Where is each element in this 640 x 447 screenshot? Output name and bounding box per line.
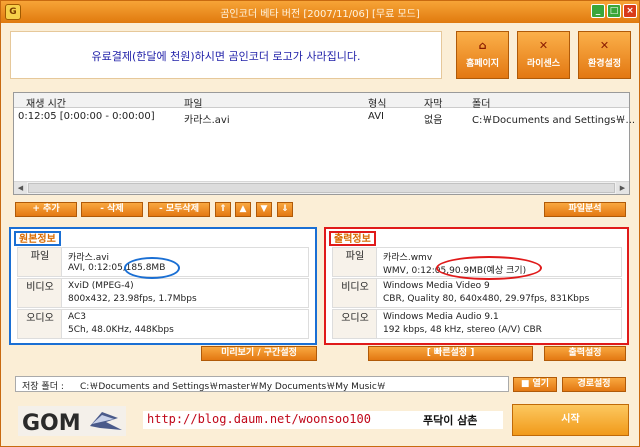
output-size-highlight-ellipse	[436, 256, 542, 280]
home-icon: ⌂	[478, 39, 487, 52]
source-video-codec: XviD (MPEG-4)	[68, 281, 134, 291]
column-header-duration[interactable]: 재생 시간	[26, 95, 66, 110]
output-video-codec: Windows Media Video 9	[383, 281, 490, 291]
file-list[interactable]: 재생 시간 파일 형식 자막 폴더 0:12:05 [0:00:00 - 0:0…	[13, 92, 635, 195]
source-file-label: 파일	[30, 251, 50, 262]
open-folder-label: 열기	[532, 379, 550, 389]
signature-text: 푸닥이 삼촌	[423, 414, 478, 427]
output-audio-label: 오디오	[341, 313, 369, 324]
column-header-file[interactable]: 파일	[184, 95, 202, 110]
settings-button-label: 환경설정	[587, 59, 622, 69]
move-top-icon[interactable]: ⇑	[215, 202, 231, 217]
settings-button[interactable]: ✕ 환경설정	[578, 31, 631, 79]
source-info-title: 원본정보	[14, 231, 61, 246]
source-audio-detail: 5Ch, 48.0KHz, 448Kbps	[68, 325, 174, 335]
close-button[interactable]: ×	[623, 4, 637, 18]
cell-file: 카라스.avi	[184, 115, 230, 126]
folder-icon: ■	[520, 379, 533, 389]
promo-banner[interactable]: 유료결제(한달에 천원)하시면 곰인코더 로고가 사라집니다.	[10, 31, 442, 79]
move-bottom-icon[interactable]: ⇓	[277, 202, 293, 217]
license-button[interactable]: ✕ 라이센스	[517, 31, 570, 79]
output-video-row: 비디오 Windows Media Video 9 CBR, Quality 8…	[332, 278, 622, 308]
set-path-button[interactable]: 경로설정	[562, 377, 626, 392]
settings-icon: ✕	[599, 39, 610, 52]
table-row[interactable]: 0:12:05 [0:00:00 - 0:00:00] 카라스.avi AVI …	[14, 109, 635, 126]
cell-duration: 0:12:05 [0:00:00 - 0:00:00]	[18, 111, 155, 122]
delete-button[interactable]: - 삭제	[81, 202, 143, 217]
output-file-name: 카라스.wmv	[383, 253, 433, 263]
source-size-highlight-ellipse	[124, 257, 180, 279]
cell-subtitle: 없음	[424, 115, 443, 126]
output-audio-codec: Windows Media Audio 9.1	[383, 312, 499, 322]
license-button-label: 라이센스	[526, 59, 561, 69]
save-folder-path[interactable]: C:￦Documents and Settings￦master￦My Docu…	[80, 379, 386, 392]
cell-format: AVI	[368, 111, 384, 122]
title-bar[interactable]: G 곰인코더 베타 버전 [2007/11/06] [무료 모드] _ □ ×	[1, 1, 639, 23]
start-button[interactable]: 시작	[512, 404, 629, 436]
scroll-left-icon[interactable]: ◀	[14, 182, 27, 194]
blog-url-banner: http://blog.daum.net/woonsoo100 푸닥이 삼촌	[143, 411, 503, 429]
output-file-label: 파일	[345, 251, 365, 262]
output-settings-button[interactable]: 출력설정	[544, 346, 626, 361]
homepage-button[interactable]: ⌂ 홈페이지	[456, 31, 509, 79]
maximize-button[interactable]: □	[607, 4, 621, 18]
source-file-name: 카라스.avi	[68, 253, 110, 263]
source-info-panel: 원본정보 파일 카라스.avi AVI, 0:12:05,185.8MB 비디오…	[9, 227, 317, 345]
save-folder-label: 저장 폴더 :	[22, 382, 64, 392]
blog-url: http://blog.daum.net/woonsoo100	[147, 412, 371, 426]
output-audio-row: 오디오 Windows Media Audio 9.1 192 kbps, 48…	[332, 309, 622, 339]
output-audio-detail: 192 kbps, 48 kHz, stereo (A/V) CBR	[383, 325, 542, 335]
source-video-detail: 800x432, 23.98fps, 1.7Mbps	[68, 294, 197, 304]
source-video-label: 비디오	[26, 282, 54, 293]
scroll-right-icon[interactable]: ▶	[616, 182, 629, 194]
window-title: 곰인코더 베타 버전 [2007/11/06] [무료 모드]	[220, 9, 420, 20]
column-header-folder[interactable]: 폴더	[472, 95, 490, 110]
source-audio-row: 오디오 AC3 5Ch, 48.0KHz, 448Kbps	[17, 309, 309, 339]
cell-folder: C:￦Documents and Settings￦...	[472, 115, 636, 126]
quick-settings-button[interactable]: [ 빠른설정 ]	[368, 346, 533, 361]
main-window: G 곰인코더 베타 버전 [2007/11/06] [무료 모드] _ □ × …	[0, 0, 640, 447]
file-analyze-button[interactable]: 파일분석	[544, 202, 626, 217]
minimize-button[interactable]: _	[591, 4, 605, 18]
add-button[interactable]: + 추가	[15, 202, 77, 217]
gom-logo-text: GOM	[22, 411, 81, 436]
homepage-button-label: 홈페이지	[465, 59, 500, 69]
gom-logo: GOM	[18, 406, 126, 436]
source-video-row: 비디오 XviD (MPEG-4) 800x432, 23.98fps, 1.7…	[17, 278, 309, 308]
preview-range-button[interactable]: 미리보기 / 구간설정	[201, 346, 317, 361]
source-file-meta: AVI, 0:12:05,	[68, 263, 126, 273]
move-up-icon[interactable]: ▲	[235, 202, 251, 217]
save-folder-field[interactable]: 저장 폴더 : C:￦Documents and Settings￦master…	[15, 376, 509, 392]
output-info-panel: 출력정보 파일 카라스.wmv WMV, 0:12:05,90.9MB(예상 크…	[324, 227, 629, 345]
output-video-label: 비디오	[341, 282, 369, 293]
horizontal-scrollbar[interactable]: ◀ ▶	[14, 181, 629, 194]
source-audio-label: 오디오	[26, 313, 54, 324]
column-header-format[interactable]: 형식	[368, 95, 386, 110]
delete-all-button[interactable]: - 모두삭제	[148, 202, 210, 217]
source-audio-codec: AC3	[68, 312, 87, 322]
scrollbar-thumb[interactable]	[28, 183, 615, 193]
output-info-title: 출력정보	[329, 231, 376, 246]
move-down-icon[interactable]: ▼	[256, 202, 272, 217]
open-folder-button[interactable]: ■ 열기	[513, 377, 557, 392]
column-header-subtitle[interactable]: 자막	[424, 95, 442, 110]
license-icon: ✕	[538, 39, 549, 52]
file-list-header: 재생 시간 파일 형식 자막 폴더	[14, 93, 629, 110]
promo-banner-text: 유료결제(한달에 천원)하시면 곰인코더 로고가 사라집니다.	[91, 50, 361, 63]
output-video-detail: CBR, Quality 80, 640x480, 29.97fps, 831K…	[383, 294, 590, 304]
